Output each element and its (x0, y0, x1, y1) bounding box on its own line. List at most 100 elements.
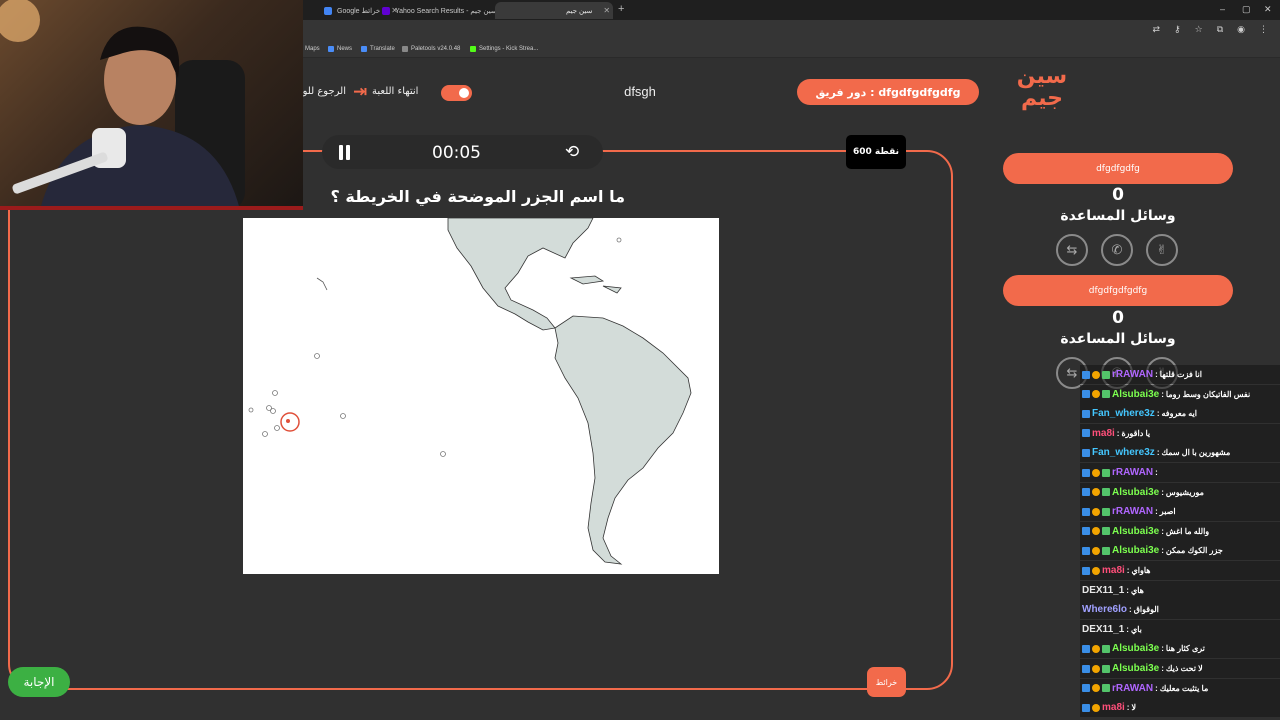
chat-badge-icon (1102, 546, 1110, 555)
chat-username[interactable]: Alsubai3e (1112, 389, 1159, 400)
chat-username[interactable]: rRAWAN (1112, 369, 1153, 380)
island-marker (262, 431, 268, 437)
chat-text: لا (1131, 703, 1137, 713)
reset-timer-icon[interactable]: ⟲ (565, 142, 579, 162)
chat-message: Fan_where3z : ايه معروفه (1080, 404, 1280, 424)
chat-text: هاي (1130, 585, 1144, 595)
tab-seen-jeem[interactable]: سين جيم ✕ (495, 2, 613, 19)
new-tab-button[interactable]: + (618, 3, 624, 15)
chat-badge-icon (1092, 703, 1100, 712)
chat-username[interactable]: Fan_where3z (1092, 447, 1155, 458)
minimize-button[interactable]: – (1220, 4, 1225, 14)
chat-text: جزر الكوك ممكن (1165, 546, 1223, 556)
chat-message: ma8i : يا داقورة (1080, 423, 1280, 443)
chat-username[interactable]: ma8i (1092, 428, 1115, 439)
pause-icon[interactable] (337, 145, 352, 160)
kick-icon (470, 46, 476, 52)
chat-badge-icon (1082, 644, 1090, 653)
island-marker (440, 451, 446, 457)
yahoo-icon (382, 6, 390, 15)
show-answer-button[interactable]: الإجابة (8, 667, 70, 697)
call-friend-icon[interactable]: ✆ (1101, 234, 1133, 266)
chat-username[interactable]: DEX11_1 (1082, 585, 1124, 596)
chat-message: Alsubai3e : جزر الكوك ممكن (1080, 541, 1280, 561)
chat-badge-icon (1102, 664, 1110, 673)
island-marker (616, 237, 622, 243)
chat-message: rRAWAN : (1080, 463, 1280, 482)
chat-separator: : (1155, 683, 1158, 693)
chat-badge-icon (1092, 488, 1100, 497)
chat-badge-icon (1102, 468, 1110, 477)
back-arrow-icon[interactable]: ⇥ (353, 82, 367, 102)
chat-message: rRAWAN : انا فزت قلتها (1080, 365, 1280, 384)
chat-separator: : (1126, 566, 1130, 575)
chat-message: Alsubai3e : نفس الفاتيكان وسط روما (1080, 384, 1280, 404)
team-1-name: dfgdfgdfg (1003, 153, 1233, 184)
chat-message: ma8i : هاواي (1080, 561, 1280, 580)
team-2-name: dfgdfgdfgdfg (1003, 275, 1233, 306)
chat-username[interactable]: Where6lo (1082, 604, 1127, 615)
swap-question-icon[interactable]: ⇆ (1056, 234, 1088, 266)
chat-username[interactable]: rRAWAN (1112, 683, 1153, 694)
chat-username[interactable]: Alsubai3e (1112, 663, 1159, 674)
chat-username[interactable]: DEX11_1 (1082, 624, 1124, 635)
map-svg (248, 217, 692, 565)
chat-badge-icon (1102, 390, 1110, 399)
team-2-helps-label: وسائل المساعدة (1060, 331, 1176, 347)
bookmark-label: Translate (370, 46, 395, 52)
chat-text: انا فزت قلتها (1159, 370, 1202, 379)
chat-message: rRAWAN : اصبر (1080, 502, 1280, 522)
island-marker (272, 390, 278, 396)
webcam-overlay (0, 0, 303, 210)
chat-username[interactable]: Alsubai3e (1112, 643, 1159, 654)
end-game-label[interactable]: انتهاء اللعبة (372, 86, 418, 97)
chat-username[interactable]: Alsubai3e (1112, 545, 1159, 556)
bookmark-maps[interactable]: Maps (305, 46, 320, 52)
double-answer-icon[interactable]: ✌ (1146, 234, 1178, 266)
chat-username[interactable]: Alsubai3e (1112, 487, 1159, 498)
close-tab-icon[interactable]: ✕ (603, 6, 610, 15)
island-marker (340, 413, 346, 419)
maps-hint-button[interactable]: خرائط (867, 667, 906, 697)
profile-icon[interactable]: ◉ (1237, 25, 1245, 35)
password-key-icon[interactable]: ⚷ (1174, 25, 1181, 35)
bookmark-label: Settings - Kick Strea... (479, 46, 539, 52)
chat-separator: : (1126, 624, 1129, 634)
extensions-icon[interactable]: ⧉ (1217, 25, 1223, 35)
bookmark-star-icon[interactable]: ☆ (1195, 25, 1203, 35)
team-turn-badge: دور فريق : dfgdfgdfgdfg (797, 79, 979, 105)
tab-label: Yahoo Search Results - سين جيم (395, 7, 497, 15)
timer-value: 00:05 (432, 143, 481, 163)
chat-badge-icon (1102, 644, 1110, 653)
chat-username[interactable]: rRAWAN (1112, 506, 1153, 517)
chat-badge-icon (1092, 644, 1100, 653)
chat-badge-icon (1092, 664, 1100, 673)
chat-username[interactable]: ma8i (1102, 702, 1125, 713)
bookmark-paletools[interactable]: Paletools v24.0.48 (402, 46, 460, 52)
chat-username[interactable]: Alsubai3e (1112, 526, 1159, 537)
chat-message: Alsubai3e : لا تحت ذيك (1080, 659, 1280, 678)
chat-username[interactable]: ma8i (1102, 565, 1125, 576)
bookmark-translate[interactable]: Translate (361, 46, 395, 52)
chat-message: Where6lo : الوقواق (1080, 600, 1280, 620)
chat-badge-icon (1082, 370, 1090, 379)
team-1-helps-label: وسائل المساعدة (1060, 208, 1176, 224)
bookmark-news[interactable]: News (328, 46, 352, 52)
chat-badge-icon (1082, 527, 1090, 536)
menu-icon[interactable]: ⋮ (1259, 25, 1268, 35)
points-badge: 600 نقطة (846, 135, 906, 169)
chat-username[interactable]: Fan_where3z (1092, 408, 1155, 419)
chat-username[interactable]: rRAWAN (1112, 467, 1153, 478)
news-icon (328, 46, 334, 52)
bookmark-kick[interactable]: Settings - Kick Strea... (470, 46, 538, 52)
chat-text: باي (1130, 624, 1142, 634)
maximize-button[interactable]: ▢ (1242, 4, 1251, 15)
translate-icon[interactable]: ⇄ (1152, 25, 1160, 35)
end-game-toggle[interactable] (441, 85, 472, 101)
chat-message: Alsubai3e : موريشيوس (1080, 482, 1280, 502)
webcam-figure (0, 0, 245, 210)
chat-badge-icon (1082, 429, 1090, 438)
chat-badge-icon (1082, 468, 1090, 477)
timer-bar: 00:05 ⟲ (322, 135, 603, 169)
close-window-button[interactable]: ✕ (1264, 4, 1272, 15)
